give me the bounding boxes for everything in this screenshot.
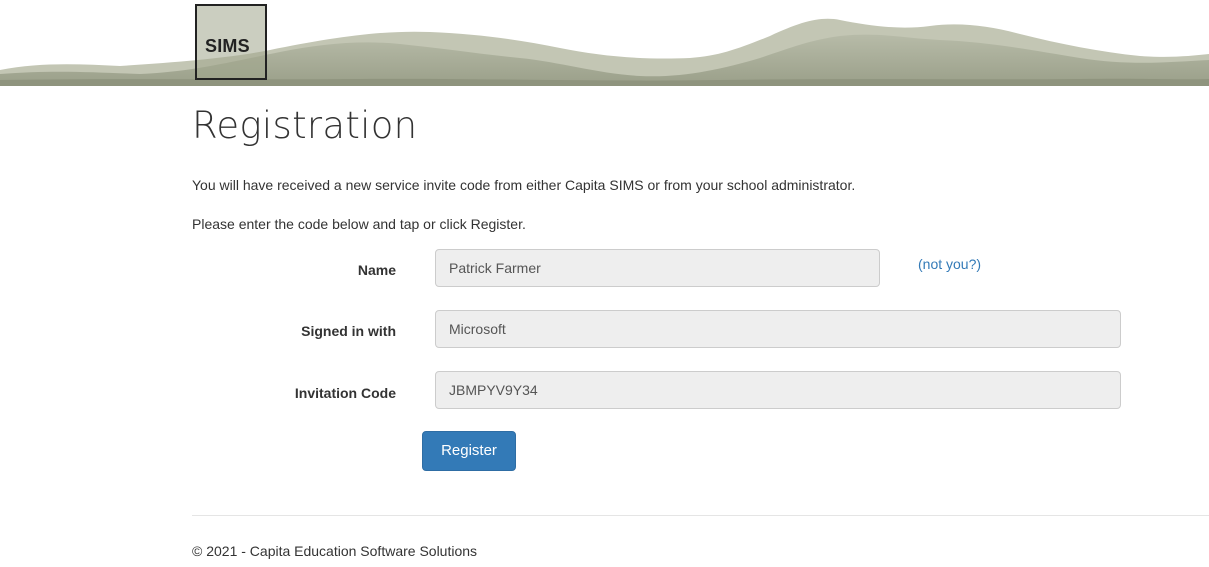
intro-text-invite: You will have received a new service inv… bbox=[192, 177, 856, 193]
sims-logo[interactable]: SIMS bbox=[195, 4, 267, 80]
mountain-landscape-image bbox=[0, 18, 1209, 86]
intro-text-instructions: Please enter the code below and tap or c… bbox=[192, 216, 526, 232]
header-banner: SIMS bbox=[0, 0, 1209, 86]
logo-text: SIMS bbox=[205, 36, 250, 56]
name-label: Name bbox=[357, 262, 396, 278]
footer-divider bbox=[192, 515, 1209, 516]
name-field[interactable]: Patrick Farmer bbox=[435, 249, 880, 287]
signed-in-with-field[interactable]: Microsoft bbox=[435, 310, 1121, 348]
invitation-code-field[interactable]: JBMPYV9Y34 bbox=[435, 371, 1121, 409]
signed-in-with-label: Signed in with bbox=[301, 323, 396, 339]
footer-copyright: © 2021 - Capita Education Software Solut… bbox=[192, 543, 478, 559]
page-title: Registration bbox=[192, 104, 418, 147]
not-you-link[interactable]: (not you?) bbox=[918, 256, 981, 272]
register-button[interactable]: Register bbox=[422, 431, 516, 471]
invitation-code-label: Invitation Code bbox=[294, 385, 396, 401]
